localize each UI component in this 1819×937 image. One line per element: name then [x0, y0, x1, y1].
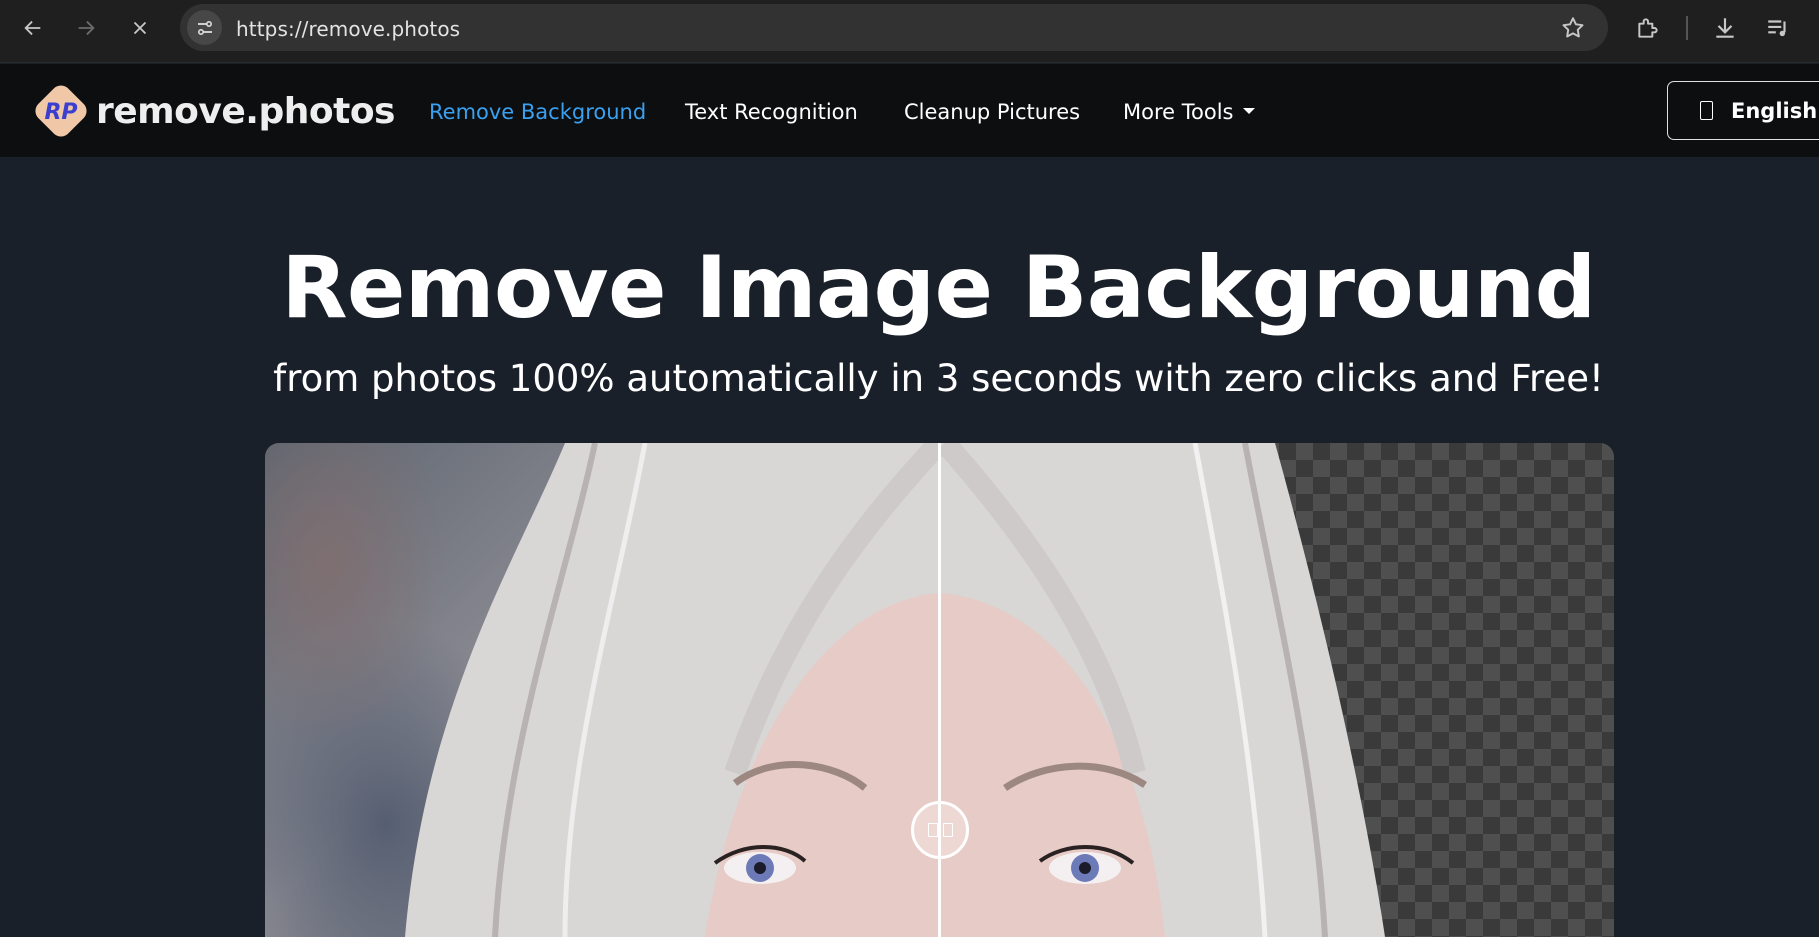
caret-down-icon — [1243, 108, 1256, 114]
nav-more-tools-label: More Tools — [1123, 100, 1234, 124]
extensions-icon — [1638, 18, 1658, 38]
comparison-slider-handle[interactable] — [911, 801, 969, 859]
url-text[interactable]: https://remove.photos — [236, 17, 460, 41]
site-info-icon — [197, 20, 212, 35]
site-logo[interactable]: RP remove.photos — [30, 79, 395, 143]
reading-list-icon — [1768, 20, 1786, 37]
handle-left-icon — [927, 823, 938, 837]
back-icon — [24, 20, 41, 36]
language-button[interactable]: English — [1667, 81, 1819, 140]
nav-cleanup-pictures[interactable]: Cleanup Pictures — [904, 100, 1080, 124]
forward-icon — [78, 20, 95, 36]
star-icon[interactable] — [1560, 15, 1586, 41]
address-bar[interactable]: https://remove.photos — [180, 4, 1608, 51]
handle-right-icon — [942, 823, 953, 837]
svg-text:RP: RP — [44, 100, 77, 125]
logo-text: remove.photos — [96, 90, 395, 132]
nav-text-recognition[interactable]: Text Recognition — [685, 100, 858, 124]
language-icon — [1700, 101, 1713, 120]
nav-remove-background[interactable]: Remove Background — [429, 100, 646, 124]
stop-loading-icon — [133, 21, 147, 35]
comparison-divider[interactable] — [938, 443, 941, 937]
browser-toolbar: https://remove.photos — [0, 0, 1819, 63]
stop-loading-button[interactable] — [122, 10, 158, 46]
language-label: English — [1731, 98, 1818, 123]
hero-subtitle: from photos 100% automatically in 3 seco… — [273, 357, 1604, 400]
site-navbar: RP remove.photos Remove Background Text … — [0, 64, 1819, 157]
download-icon — [1716, 18, 1734, 38]
forward-button[interactable] — [68, 10, 104, 46]
nav-more-tools[interactable]: More Tools — [1123, 100, 1256, 124]
download-button[interactable] — [1710, 13, 1740, 43]
hero-title: Remove Image Background — [281, 238, 1596, 338]
extensions-button[interactable] — [1633, 13, 1663, 43]
logo-mark-icon: RP — [35, 85, 87, 137]
site-info-button[interactable] — [187, 10, 222, 45]
before-after-comparison[interactable] — [265, 443, 1614, 937]
reading-list-button[interactable] — [1763, 13, 1793, 43]
back-button[interactable] — [15, 10, 51, 46]
toolbar-separator — [1686, 16, 1688, 40]
